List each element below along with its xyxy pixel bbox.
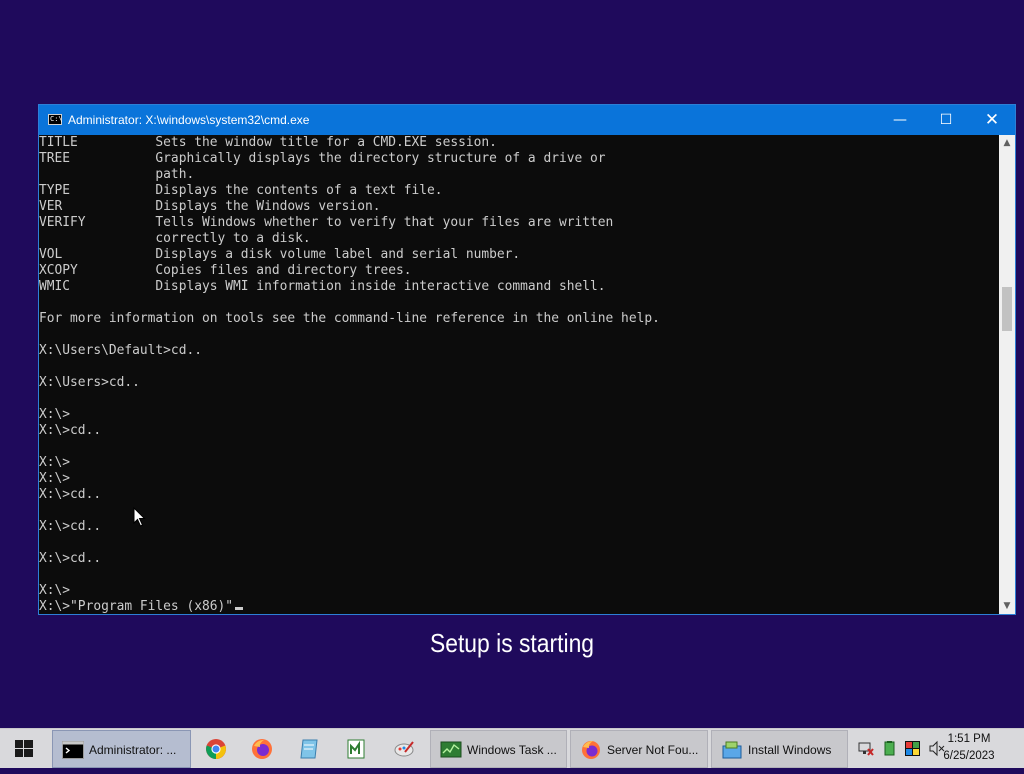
mouse-cursor-icon bbox=[133, 507, 146, 527]
console-line: WMIC Displays WMI information inside int… bbox=[39, 279, 606, 294]
task-manager-icon bbox=[440, 741, 462, 758]
scrollbar-thumb[interactable] bbox=[1002, 287, 1012, 331]
console-output[interactable]: TITLE Sets the window title for a CMD.EX… bbox=[39, 135, 999, 614]
taskbar-item-label: Server Not Fou... bbox=[607, 743, 699, 757]
taskbar-item-label: Administrator: ... bbox=[89, 743, 177, 757]
console-line: X:\Users>cd.. bbox=[39, 375, 140, 390]
battery-icon[interactable] bbox=[881, 740, 898, 757]
taskbar-item-cmd[interactable]: Administrator: ... bbox=[52, 730, 191, 768]
cmd-window[interactable]: C:\ Administrator: X:\windows\system32\c… bbox=[38, 104, 1016, 615]
cmd-icon bbox=[62, 741, 84, 759]
console-line: X:\> bbox=[39, 407, 71, 422]
console-input-text: X:\>"Program Files (x86)" bbox=[39, 599, 234, 614]
console-line: TITLE Sets the window title for a CMD.EX… bbox=[39, 135, 497, 150]
console-line: X:\Users\Default>cd.. bbox=[39, 343, 202, 358]
firefox-icon bbox=[582, 741, 600, 759]
taskbar-clock[interactable]: 1:51 PM 6/25/2023 bbox=[934, 731, 1004, 765]
console-line: For more information on tools see the co… bbox=[39, 311, 660, 326]
notepad-icon[interactable] bbox=[298, 738, 320, 760]
window-title: Administrator: X:\windows\system32\cmd.e… bbox=[68, 113, 310, 127]
console-line: X:\> bbox=[39, 455, 71, 470]
console-line: VER Displays the Windows version. bbox=[39, 199, 381, 214]
taskbar-item-install-windows[interactable]: Install Windows bbox=[711, 730, 848, 768]
text-cursor bbox=[235, 607, 244, 610]
maximize-button[interactable]: ☐ bbox=[923, 105, 969, 135]
console-line: path. bbox=[39, 167, 195, 182]
console-line: correctly to a disk. bbox=[39, 231, 311, 246]
start-button[interactable] bbox=[0, 729, 48, 769]
vertical-scrollbar[interactable]: ▲ ▼ bbox=[999, 135, 1015, 614]
taskbar-item-firefox[interactable]: Server Not Fou... bbox=[570, 730, 708, 768]
scroll-down-button[interactable]: ▼ bbox=[999, 598, 1015, 614]
setup-status-text: Setup is starting bbox=[429, 628, 595, 658]
minimize-button[interactable]: — bbox=[877, 105, 923, 135]
console-line: X:\>cd.. bbox=[39, 423, 102, 438]
console-line: XCOPY Copies files and directory trees. bbox=[39, 263, 412, 278]
console-line: TREE Graphically displays the directory … bbox=[39, 151, 606, 166]
firefox-icon[interactable] bbox=[251, 738, 273, 760]
console-line: VERIFY Tells Windows whether to verify t… bbox=[39, 215, 614, 230]
console-line: X:\>cd.. bbox=[39, 551, 102, 566]
paint-icon[interactable] bbox=[393, 738, 415, 760]
console-input-line[interactable]: X:\>"Program Files (x86)" bbox=[39, 599, 999, 614]
taskbar-item-label: Install Windows bbox=[748, 743, 832, 757]
cmd-icon: C:\ bbox=[48, 114, 63, 125]
close-button[interactable]: ✕ bbox=[969, 105, 1015, 135]
console-line: X:\> bbox=[39, 471, 71, 486]
install-windows-icon bbox=[722, 741, 742, 759]
clock-date: 6/25/2023 bbox=[943, 750, 995, 762]
console-line: X:\> bbox=[39, 583, 71, 598]
console-line: X:\>cd.. bbox=[39, 519, 102, 534]
console-line: VOL Displays a disk volume label and ser… bbox=[39, 247, 521, 262]
taskbar-item-task-manager[interactable]: Windows Task ... bbox=[430, 730, 567, 768]
color-icon[interactable] bbox=[904, 740, 921, 757]
console-line: TYPE Displays the contents of a text fil… bbox=[39, 183, 443, 198]
window-titlebar[interactable]: C:\ Administrator: X:\windows\system32\c… bbox=[39, 105, 1015, 135]
network-icon[interactable] bbox=[857, 740, 874, 757]
console-line: X:\>cd.. bbox=[39, 487, 102, 502]
taskbar-item-label: Windows Task ... bbox=[467, 743, 557, 757]
scroll-up-button[interactable]: ▲ bbox=[999, 135, 1015, 151]
clock-time: 1:51 PM bbox=[947, 733, 991, 745]
windows-logo-icon bbox=[15, 740, 33, 757]
notepad-plus-icon[interactable] bbox=[345, 738, 367, 760]
taskbar: Administrator: ... Windows Task ... Serv… bbox=[0, 728, 1024, 768]
chrome-icon[interactable] bbox=[205, 738, 227, 760]
